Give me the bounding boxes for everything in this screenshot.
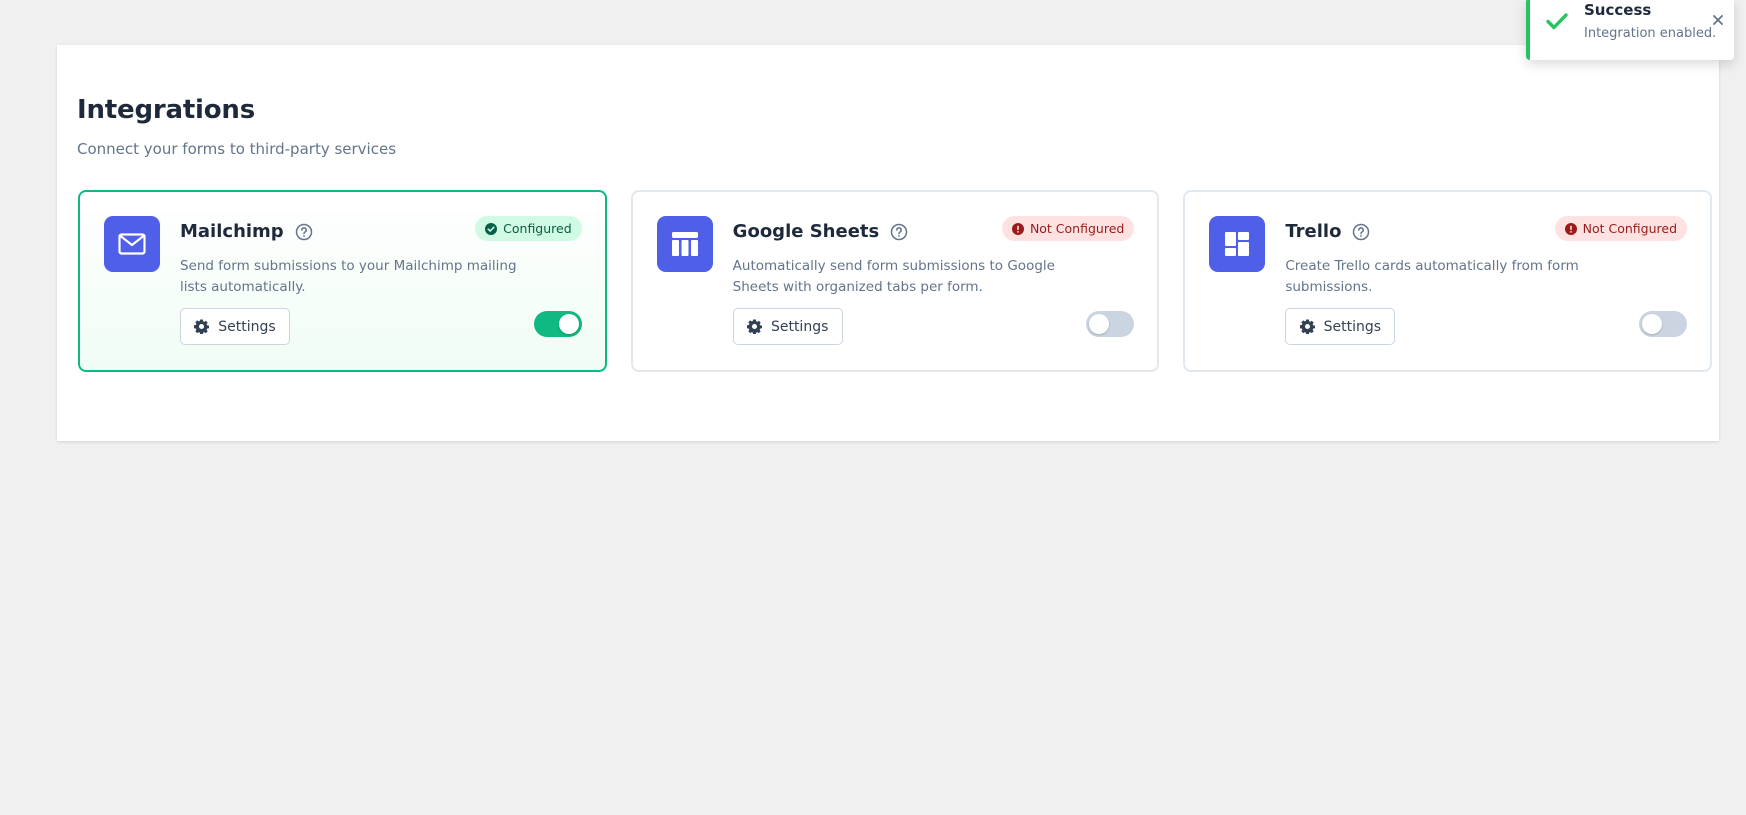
- integration-description: Send form submissions to your Mailchimp …: [180, 258, 517, 295]
- alert-circle-icon: [1564, 222, 1577, 235]
- toggle-knob: [1642, 314, 1663, 334]
- gear-icon: [194, 319, 210, 334]
- integration-card-trello: Trello Not Configured Create Trello card…: [1183, 190, 1713, 372]
- enable-toggle[interactable]: [1639, 311, 1688, 337]
- toggle-knob: [1089, 314, 1110, 334]
- integration-card-google-sheets: Google Sheets Not Configured Automatical…: [630, 190, 1160, 372]
- enable-toggle[interactable]: [533, 311, 582, 337]
- status-badge: Not Configured: [1554, 216, 1688, 241]
- settings-button[interactable]: Settings: [732, 308, 843, 345]
- page-title: Integrations: [77, 95, 256, 125]
- alert-circle-icon: [1011, 222, 1024, 235]
- page-subtitle: Connect your forms to third-party servic…: [77, 140, 397, 158]
- settings-label: Settings: [1323, 318, 1382, 335]
- close-icon[interactable]: [1710, 12, 1726, 28]
- status-badge: Not Configured: [1001, 216, 1135, 241]
- integration-card-mailchimp: Mailchimp Configured Send form submissio…: [78, 190, 607, 372]
- settings-button[interactable]: Settings: [1285, 308, 1396, 345]
- integrations-panel: Integrations Connect your forms to third…: [57, 45, 1719, 441]
- help-icon[interactable]: [294, 222, 314, 242]
- status-label: Not Configured: [1582, 221, 1678, 236]
- status-label: Not Configured: [1029, 221, 1125, 236]
- settings-label: Settings: [770, 318, 829, 335]
- settings-button[interactable]: Settings: [180, 308, 290, 345]
- status-badge: Configured: [475, 216, 582, 241]
- card-header: Mailchimp: [180, 221, 314, 242]
- integration-cards: Mailchimp Configured Send form submissio…: [78, 190, 1713, 372]
- integration-description: Create Trello cards automatically from f…: [1285, 258, 1579, 295]
- enable-toggle[interactable]: [1086, 311, 1135, 337]
- settings-label: Settings: [218, 318, 276, 335]
- help-icon[interactable]: [889, 222, 909, 242]
- check-icon: [1546, 12, 1568, 34]
- status-label: Configured: [503, 221, 572, 236]
- integration-name: Trello: [1285, 221, 1342, 242]
- integration-name: Mailchimp: [180, 221, 284, 242]
- toggle-knob: [558, 314, 579, 334]
- card-header: Google Sheets: [733, 221, 910, 242]
- card-header: Trello: [1285, 221, 1371, 242]
- help-icon[interactable]: [1351, 222, 1371, 242]
- mail-icon: [104, 216, 160, 272]
- integration-description: Automatically send form submissions to G…: [732, 258, 1055, 295]
- toast-message: Integration enabled.: [1584, 26, 1717, 41]
- board-icon: [1209, 216, 1266, 272]
- gear-icon: [746, 319, 762, 334]
- integration-name: Google Sheets: [732, 221, 880, 242]
- table-icon: [656, 216, 713, 272]
- gear-icon: [1299, 319, 1315, 334]
- toast-title: Success: [1584, 1, 1652, 19]
- success-toast: Success Integration enabled.: [1526, 0, 1734, 60]
- check-circle-icon: [485, 222, 498, 235]
